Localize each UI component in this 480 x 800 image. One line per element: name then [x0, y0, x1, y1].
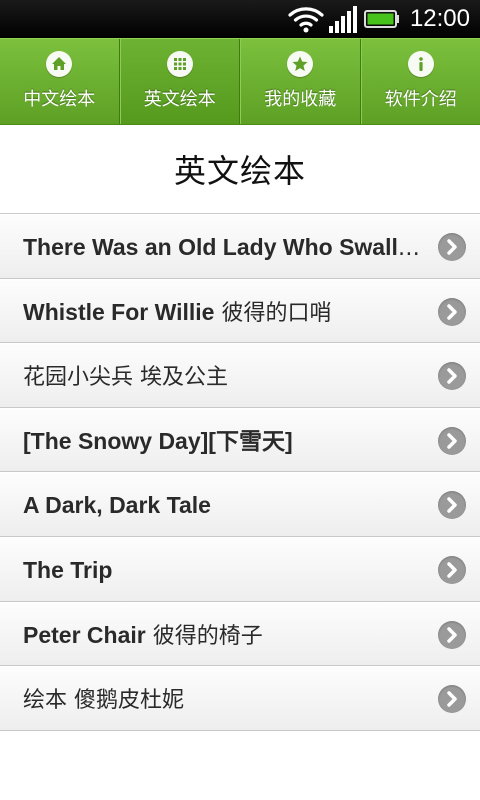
item-title-en: Whistle For Willie	[23, 298, 215, 325]
item-title: Whistle For Willie 彼得的口哨	[23, 280, 420, 344]
list-item[interactable]: A Dark, Dark Tale	[0, 472, 480, 537]
tab-label: 中文绘本	[23, 89, 96, 110]
list-item[interactable]: Peter Chair 彼得的椅子	[0, 601, 480, 667]
tab-label: 我的收藏	[264, 89, 337, 110]
item-title-cn: 彼得的椅子	[152, 623, 263, 649]
list-item[interactable]: The Trip	[0, 536, 480, 602]
tab-label: 软件介绍	[384, 89, 457, 110]
home-icon	[46, 51, 73, 77]
battery-icon	[364, 10, 399, 28]
chevron-right-icon	[438, 491, 466, 520]
chevron-right-icon	[438, 362, 466, 391]
book-list: There Was an Old Lady Who Swallo... Whis…	[0, 214, 480, 731]
item-title: The Trip	[23, 538, 420, 602]
item-title: [The Snowy Day][下雪天]	[23, 409, 420, 473]
tab-chinese-books[interactable]: 中文绘本	[0, 39, 120, 124]
item-title-en: The Trip	[23, 556, 113, 583]
tab-english-books[interactable]: 英文绘本	[119, 39, 240, 124]
chevron-right-icon	[438, 233, 466, 261]
status-time: 12:00	[409, 5, 470, 32]
page-title: 英文绘本	[173, 152, 306, 190]
wifi-icon	[288, 7, 324, 33]
item-title: 绘本 傻鹅皮杜妮	[23, 667, 420, 731]
list-item[interactable]: 花园小尖兵 埃及公主	[0, 343, 480, 408]
item-title-en: A Dark, Dark Tale	[23, 492, 211, 519]
item-title: 花园小尖兵 埃及公主	[23, 344, 420, 408]
chevron-right-icon	[438, 555, 466, 584]
item-title-cn: 彼得的口哨	[221, 300, 332, 326]
tab-favorites[interactable]: 我的收藏	[240, 39, 361, 124]
list-item[interactable]: Whistle For Willie 彼得的口哨	[0, 278, 480, 344]
chevron-right-icon	[438, 620, 466, 649]
item-title: Peter Chair 彼得的椅子	[23, 603, 420, 667]
item-title: There Was an Old Lady Who Swallo...	[23, 215, 420, 279]
item-title-cn: 绘本 傻鹅皮杜妮	[23, 688, 184, 714]
status-bar: 12:00	[0, 0, 480, 38]
item-title-en: Peter Chair	[23, 621, 146, 648]
chevron-right-icon	[438, 426, 466, 455]
chevron-right-icon	[438, 297, 466, 326]
item-title-en: There Was an Old Lady Who Swallo...	[23, 234, 420, 260]
tab-about[interactable]: 软件介绍	[360, 39, 480, 124]
item-title: A Dark, Dark Tale	[23, 473, 420, 537]
signal-icon	[329, 6, 357, 33]
list-item[interactable]: There Was an Old Lady Who Swallo...	[0, 214, 480, 279]
list-item[interactable]: [The Snowy Day][下雪天]	[0, 407, 480, 473]
tab-bar: 中文绘本 英文绘本 我的收藏 软件介绍	[0, 38, 480, 125]
page-header: 英文绘本	[0, 125, 480, 214]
info-icon	[407, 51, 434, 77]
item-title-cn: 花园小尖兵 埃及公主	[23, 365, 228, 391]
list-item[interactable]: 绘本 傻鹅皮杜妮	[0, 666, 480, 731]
grid-icon	[166, 51, 193, 77]
star-icon	[287, 51, 314, 77]
chevron-right-icon	[438, 685, 466, 714]
tab-label: 英文绘本	[143, 89, 216, 110]
item-title-en: [The Snowy Day][下雪天]	[23, 427, 293, 454]
